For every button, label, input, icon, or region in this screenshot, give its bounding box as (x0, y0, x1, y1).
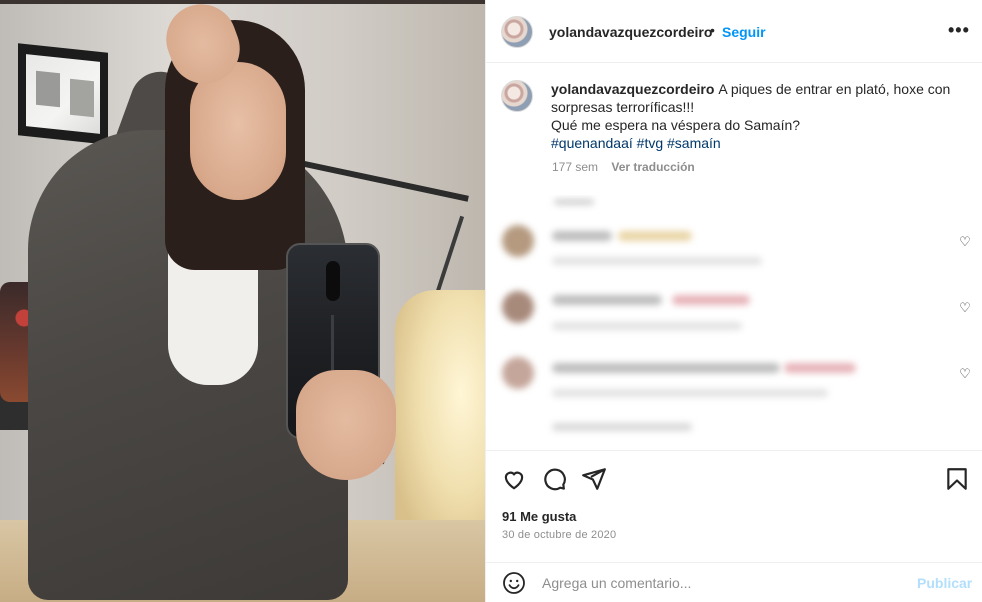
follow-button[interactable]: Seguir (722, 24, 766, 40)
separator-dot: • (710, 22, 715, 38)
share-icon[interactable] (581, 466, 607, 492)
hashtag-link[interactable]: #samaín (667, 135, 721, 151)
post-header: yolandavazquezcordeiro • Seguir ••• (486, 0, 982, 63)
bookmark-icon[interactable] (944, 466, 970, 492)
comment-icon[interactable] (541, 466, 567, 492)
hashtag-link[interactable]: #quenandaaí (551, 135, 633, 151)
avatar (502, 357, 534, 389)
caption-username[interactable]: yolandavazquezcordeiro (551, 81, 714, 97)
caption-line2: Qué me espera na véspera do Samaín? (551, 117, 801, 133)
comment-like-icon[interactable]: ♡ (958, 235, 972, 249)
lamp (395, 290, 485, 550)
add-comment-bar: Agrega un comentario... Publicar (486, 562, 982, 602)
comment-like-icon[interactable]: ♡ (958, 367, 972, 381)
comments-list: ♡ ♡ ♡ (486, 195, 982, 440)
author-username[interactable]: yolandavazquezcordeiro (549, 24, 712, 40)
author-avatar[interactable] (501, 16, 533, 48)
action-bar: 91 Me gusta 30 de octubre de 2020 (486, 450, 982, 562)
avatar (502, 291, 534, 323)
more-icon[interactable]: ••• (948, 20, 970, 41)
publish-button[interactable]: Publicar (917, 575, 972, 591)
post-age: 177 sem (552, 160, 599, 174)
emoji-icon[interactable] (502, 571, 526, 595)
likes-count[interactable]: 91 Me gusta (502, 509, 576, 524)
comment-like-icon[interactable]: ♡ (958, 301, 972, 315)
heart-icon[interactable] (501, 466, 527, 492)
comment-input[interactable]: Agrega un comentario... (542, 575, 691, 591)
post-image[interactable] (0, 0, 485, 602)
caption-text: yolandavazquezcordeiro A piques de entrar… (551, 80, 956, 152)
post-date[interactable]: 30 de octubre de 2020 (502, 529, 616, 541)
caption-meta: 177 sem Ver traducción (552, 160, 695, 174)
hashtag-link[interactable]: #tvg (637, 135, 663, 151)
post-panel: yolandavazquezcordeiro • Seguir ••• yola… (485, 0, 982, 602)
caption-avatar[interactable] (501, 80, 533, 112)
avatar (502, 225, 534, 257)
see-translation-button[interactable]: Ver traducción (611, 160, 694, 174)
post-caption: yolandavazquezcordeiro A piques de entrar… (486, 63, 982, 193)
